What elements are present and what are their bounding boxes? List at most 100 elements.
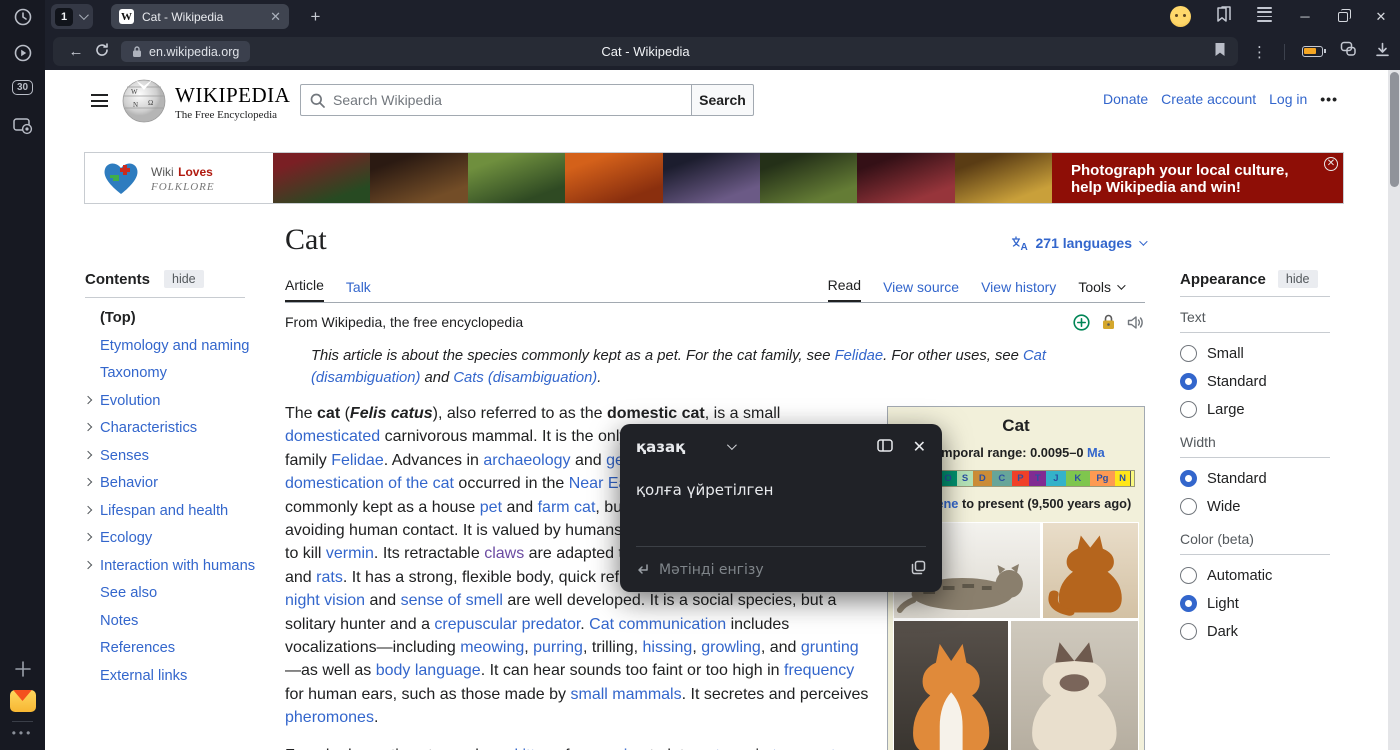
radio-option-standard[interactable]: Standard (1180, 470, 1345, 487)
radio-icon[interactable] (1180, 401, 1197, 418)
toc-item[interactable]: Lifespan and health (100, 503, 270, 519)
article-link[interactable]: farm cat (538, 499, 596, 516)
toc-hide-button[interactable]: hide (164, 270, 204, 288)
site-identity-pill[interactable]: en.wikipedia.org (121, 41, 250, 62)
appearance-hide-button[interactable]: hide (1278, 270, 1318, 288)
copy-icon[interactable] (911, 560, 926, 579)
toc-item-label[interactable]: Taxonomy (100, 365, 167, 381)
tab-title[interactable]: Cat - Wikipedia (142, 10, 262, 24)
extension-icon[interactable] (1340, 41, 1358, 62)
tab-talk[interactable]: Talk (346, 279, 371, 302)
new-workspace-plus-icon[interactable] (0, 660, 45, 678)
window-close-button[interactable]: ✕ (1372, 9, 1390, 25)
profile-avatar[interactable] (1170, 6, 1191, 27)
donate-link[interactable]: Donate (1103, 91, 1148, 107)
timescale-segment[interactable]: C (992, 471, 1011, 486)
timescale-segment[interactable]: T (1029, 471, 1046, 486)
article-link[interactable]: Cats (disambiguation) (453, 370, 597, 386)
toc-item-label[interactable]: (Top) (100, 310, 136, 326)
toc-item-label[interactable]: Notes (100, 613, 138, 629)
toc-item[interactable]: References (100, 640, 270, 656)
article-link[interactable]: archaeology (483, 452, 570, 469)
timescale-segment[interactable]: N (1115, 471, 1131, 486)
wiki-loves-folklore-banner[interactable]: Wiki Loves FOLKLORE Photograph your loca… (84, 152, 1344, 204)
downloads-icon[interactable] (1375, 42, 1390, 62)
listen-audio-icon[interactable] (1127, 315, 1145, 330)
timescale-segment[interactable]: Pg (1090, 471, 1115, 486)
window-restore-button[interactable] (1338, 12, 1348, 22)
article-link[interactable]: night vision (285, 592, 365, 609)
timescale-segment[interactable] (1130, 471, 1134, 486)
toc-item[interactable]: Evolution (100, 393, 270, 409)
toc-item[interactable]: See also (100, 585, 270, 601)
target-language-selector[interactable]: қазақ (636, 438, 685, 456)
chevron-down-icon[interactable] (727, 440, 737, 450)
toc-item-label[interactable]: Ecology (100, 530, 152, 546)
article-link[interactable]: hissing (643, 639, 693, 656)
chevron-expand-icon[interactable] (84, 395, 92, 403)
radio-icon[interactable] (1180, 567, 1197, 584)
article-link[interactable]: Felidae (835, 348, 884, 364)
chevron-expand-icon[interactable] (84, 533, 92, 541)
article-link[interactable]: body language (376, 662, 481, 679)
scrollbar-thumb[interactable] (1390, 72, 1399, 187)
toc-item-label[interactable]: Evolution (100, 393, 160, 409)
article-link[interactable]: domesticated (285, 428, 380, 445)
radio-icon[interactable] (1180, 345, 1197, 362)
chevron-expand-icon[interactable] (84, 423, 92, 431)
article-link[interactable]: growling (701, 639, 761, 656)
library-bookmarks-icon[interactable] (1215, 6, 1233, 28)
radio-option-dark[interactable]: Dark (1180, 623, 1345, 640)
timescale-segment[interactable]: J (1046, 471, 1065, 486)
banner-cta[interactable]: Photograph your local culture, help Wiki… (1052, 153, 1343, 203)
article-link[interactable]: vermin (326, 545, 374, 562)
toc-item[interactable]: Ecology (100, 530, 270, 546)
radio-icon[interactable] (1180, 373, 1197, 390)
toolbar-kebab-icon[interactable]: ⋮ (1252, 43, 1267, 61)
tab-article[interactable]: Article (285, 277, 324, 302)
timescale-segment[interactable]: S (957, 471, 972, 486)
new-tab-button[interactable]: + (303, 4, 328, 29)
cat-photo-ginger-white[interactable] (894, 621, 1008, 750)
chevron-expand-icon[interactable] (84, 505, 92, 513)
chevron-down-icon[interactable] (79, 10, 89, 20)
toc-item[interactable]: Notes (100, 613, 270, 629)
radio-option-standard[interactable]: Standard (1180, 373, 1345, 390)
languages-button[interactable]: A 271 languages (1011, 235, 1146, 251)
article-link[interactable]: frequency (784, 662, 854, 679)
article-link[interactable]: grunting (801, 639, 859, 656)
article-link[interactable]: claws (484, 545, 524, 562)
radio-option-wide[interactable]: Wide (1180, 498, 1345, 515)
timescale-segment[interactable]: D (973, 471, 992, 486)
hamburger-menu-icon[interactable] (91, 94, 108, 107)
active-tab[interactable]: W Cat - Wikipedia ✕ (111, 4, 289, 29)
history-clock-icon[interactable] (0, 7, 45, 27)
article-link[interactable]: Cat communication (589, 616, 726, 633)
translation-input-placeholder[interactable]: Мәтінді енгізу (659, 562, 901, 578)
tab-view-source[interactable]: View source (883, 279, 959, 302)
article-link[interactable]: purring (533, 639, 583, 656)
toc-item[interactable]: (Top) (100, 310, 270, 326)
ma-link[interactable]: Ma (1087, 445, 1105, 460)
url-bar[interactable]: ← en.wikipedia.org Cat - Wikipedia (53, 37, 1238, 66)
battery-indicator-icon[interactable] (1302, 46, 1323, 57)
article-link[interactable]: crepuscular predator (434, 616, 580, 633)
toc-item[interactable]: Characteristics (100, 420, 270, 436)
reload-button[interactable] (89, 43, 115, 61)
toc-item-label[interactable]: External links (100, 668, 187, 684)
timescale-segment[interactable]: K (1066, 471, 1091, 486)
app-menu-icon[interactable] (1257, 11, 1272, 22)
chevron-expand-icon[interactable] (84, 560, 92, 568)
radio-option-automatic[interactable]: Automatic (1180, 567, 1345, 584)
toc-item-label[interactable]: Senses (100, 448, 149, 464)
toc-item-label[interactable]: Behavior (100, 475, 158, 491)
article-link[interactable]: sense of smell (401, 592, 503, 609)
timescale-segment[interactable]: P (1012, 471, 1030, 486)
create-account-link[interactable]: Create account (1161, 91, 1256, 107)
toc-item-label[interactable]: Characteristics (100, 420, 197, 436)
login-link[interactable]: Log in (1269, 91, 1307, 107)
toc-item[interactable]: Senses (100, 448, 270, 464)
toc-item[interactable]: External links (100, 668, 270, 684)
toc-item[interactable]: Behavior (100, 475, 270, 491)
cat-photo-siamese[interactable] (1011, 621, 1138, 750)
